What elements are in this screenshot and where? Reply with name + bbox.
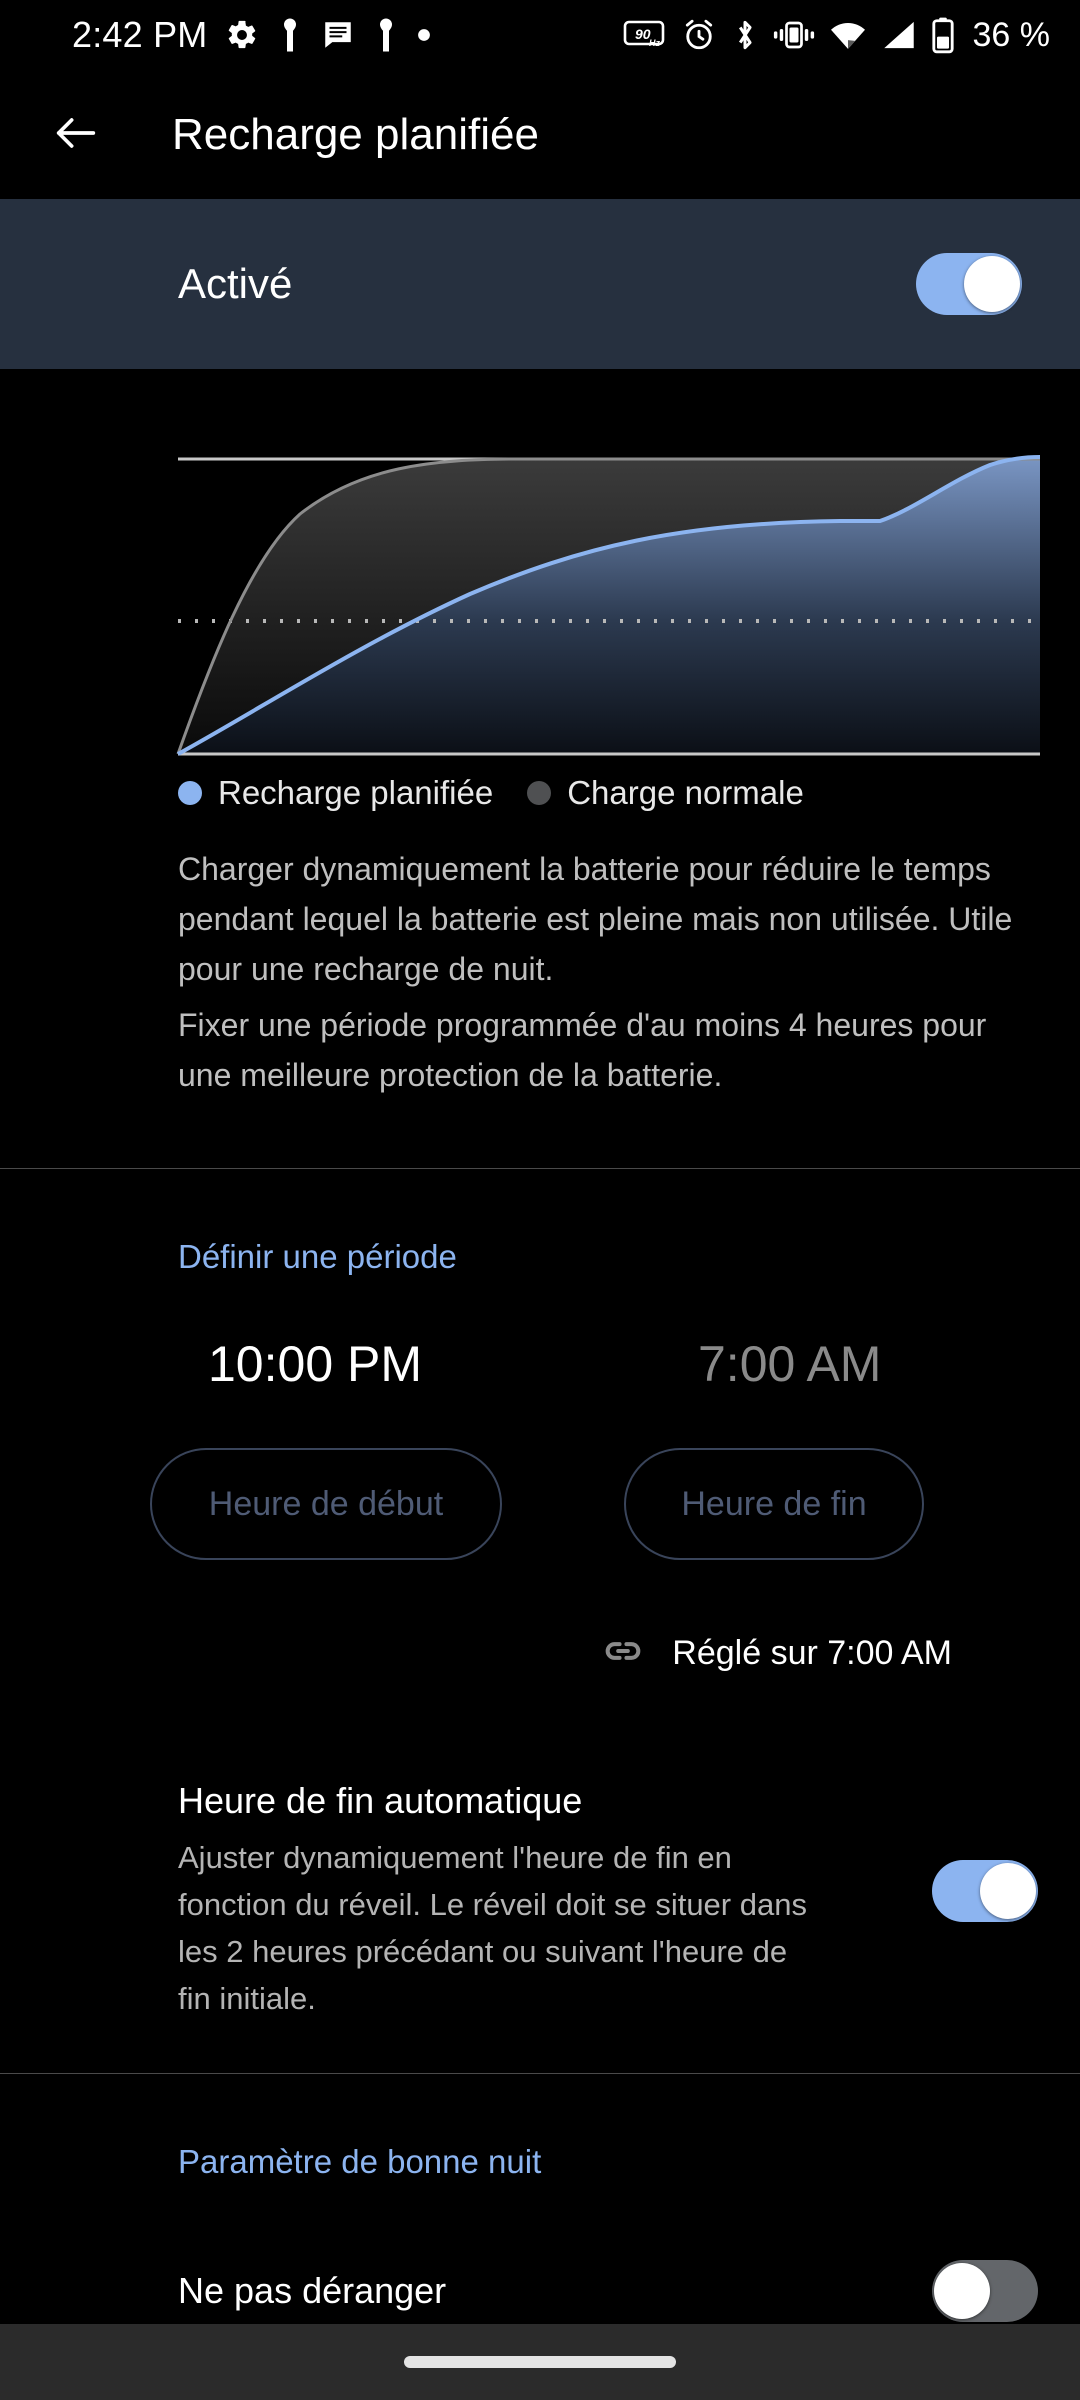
message-icon xyxy=(321,18,355,52)
switch-thumb xyxy=(934,2263,990,2319)
legend-dot-normal-icon xyxy=(527,781,552,805)
dot-icon xyxy=(417,28,431,42)
svg-text:Hz: Hz xyxy=(649,38,660,48)
end-time-button-label: Heure de fin xyxy=(681,1484,867,1523)
bluetooth-icon xyxy=(731,16,759,54)
gear-icon xyxy=(225,18,259,52)
status-bar-left-group: 2:42 PM xyxy=(72,14,431,56)
selected-times-row: 10:00 PM 7:00 AM xyxy=(178,1335,958,1405)
legend-label-normal: Charge normale xyxy=(567,774,804,811)
system-navigation-bar xyxy=(0,2324,1080,2400)
start-time-button[interactable]: Heure de début xyxy=(150,1448,502,1560)
linked-alarm-row: Réglé sur 7:00 AM xyxy=(0,1628,1080,1679)
app-bar: Recharge planifiée xyxy=(0,70,1080,200)
time-picker-buttons-row: Heure de début Heure de fin xyxy=(150,1448,950,1560)
wifi-icon xyxy=(829,18,867,52)
master-toggle-switch[interactable] xyxy=(916,253,1022,315)
master-toggle-label: Activé xyxy=(178,260,293,307)
charge-curve-chart xyxy=(0,409,1080,769)
switch-thumb xyxy=(964,256,1020,312)
back-arrow-icon xyxy=(50,107,102,164)
refresh-rate-90hz-icon: 90 Hz xyxy=(623,18,667,52)
status-clock: 2:42 PM xyxy=(72,14,208,55)
description-paragraph-2: Fixer une période programmée d'au moins … xyxy=(178,1007,987,1093)
page-title: Recharge planifiée xyxy=(172,110,539,159)
section-divider-period xyxy=(0,1168,1080,1169)
legend-item-scheduled: Recharge planifiée xyxy=(178,774,493,812)
legend-dot-scheduled-icon xyxy=(178,781,202,805)
chart-legend: Recharge planifiée Charge normale xyxy=(178,774,804,812)
chart-svg xyxy=(176,455,1041,756)
status-bar: 2:42 PM 90 Hz 36 % xyxy=(0,0,1080,70)
person-notification-icon xyxy=(373,17,399,53)
back-button[interactable] xyxy=(28,87,124,183)
do-not-disturb-switch[interactable] xyxy=(932,2260,1038,2322)
end-time-button[interactable]: Heure de fin xyxy=(624,1448,924,1560)
auto-end-time-switch[interactable] xyxy=(932,1860,1038,1922)
battery-percent-label: 36 % xyxy=(972,15,1051,54)
section-header-period: Définir une période xyxy=(178,1238,457,1275)
person-notification-icon xyxy=(277,17,303,53)
do-not-disturb-row[interactable]: Ne pas déranger xyxy=(178,2260,1038,2322)
start-time-button-label: Heure de début xyxy=(208,1484,444,1523)
section-header-goodnight: Paramètre de bonne nuit xyxy=(178,2143,542,2180)
master-toggle-row[interactable]: Activé xyxy=(0,199,1080,369)
auto-end-time-row[interactable]: Heure de fin automatique Ajuster dynamiq… xyxy=(178,1780,1038,2022)
switch-thumb xyxy=(980,1863,1036,1919)
auto-end-time-texts: Heure de fin automatique Ajuster dynamiq… xyxy=(178,1780,818,2022)
cellular-signal-icon xyxy=(881,18,917,52)
start-time-value[interactable]: 10:00 PM xyxy=(208,1335,422,1393)
battery-icon xyxy=(931,16,955,54)
auto-end-time-description: Ajuster dynamiquement l'heure de fin en … xyxy=(178,1840,807,2016)
battery-charge-chart-section: Recharge planifiée Charge normale Charge… xyxy=(0,369,1080,1169)
end-time-value[interactable]: 7:00 AM xyxy=(698,1335,881,1393)
legend-label-scheduled: Recharge planifiée xyxy=(218,774,494,811)
do-not-disturb-label: Ne pas déranger xyxy=(178,2270,447,2311)
feature-description: Charger dynamiquement la batterie pour r… xyxy=(178,844,1018,1100)
alarm-icon xyxy=(681,17,717,53)
link-icon xyxy=(600,1628,646,1679)
description-paragraph-1: Charger dynamiquement la batterie pour r… xyxy=(178,851,1013,987)
linked-alarm-text: Réglé sur 7:00 AM xyxy=(672,1634,952,1672)
status-bar-right-group: 90 Hz 36 % xyxy=(623,15,1051,55)
section-divider-goodnight xyxy=(0,2073,1080,2074)
vibrate-icon xyxy=(773,19,815,51)
gesture-home-pill[interactable] xyxy=(404,2356,676,2368)
legend-item-normal: Charge normale xyxy=(527,774,804,812)
auto-end-time-title: Heure de fin automatique xyxy=(178,1780,583,1821)
